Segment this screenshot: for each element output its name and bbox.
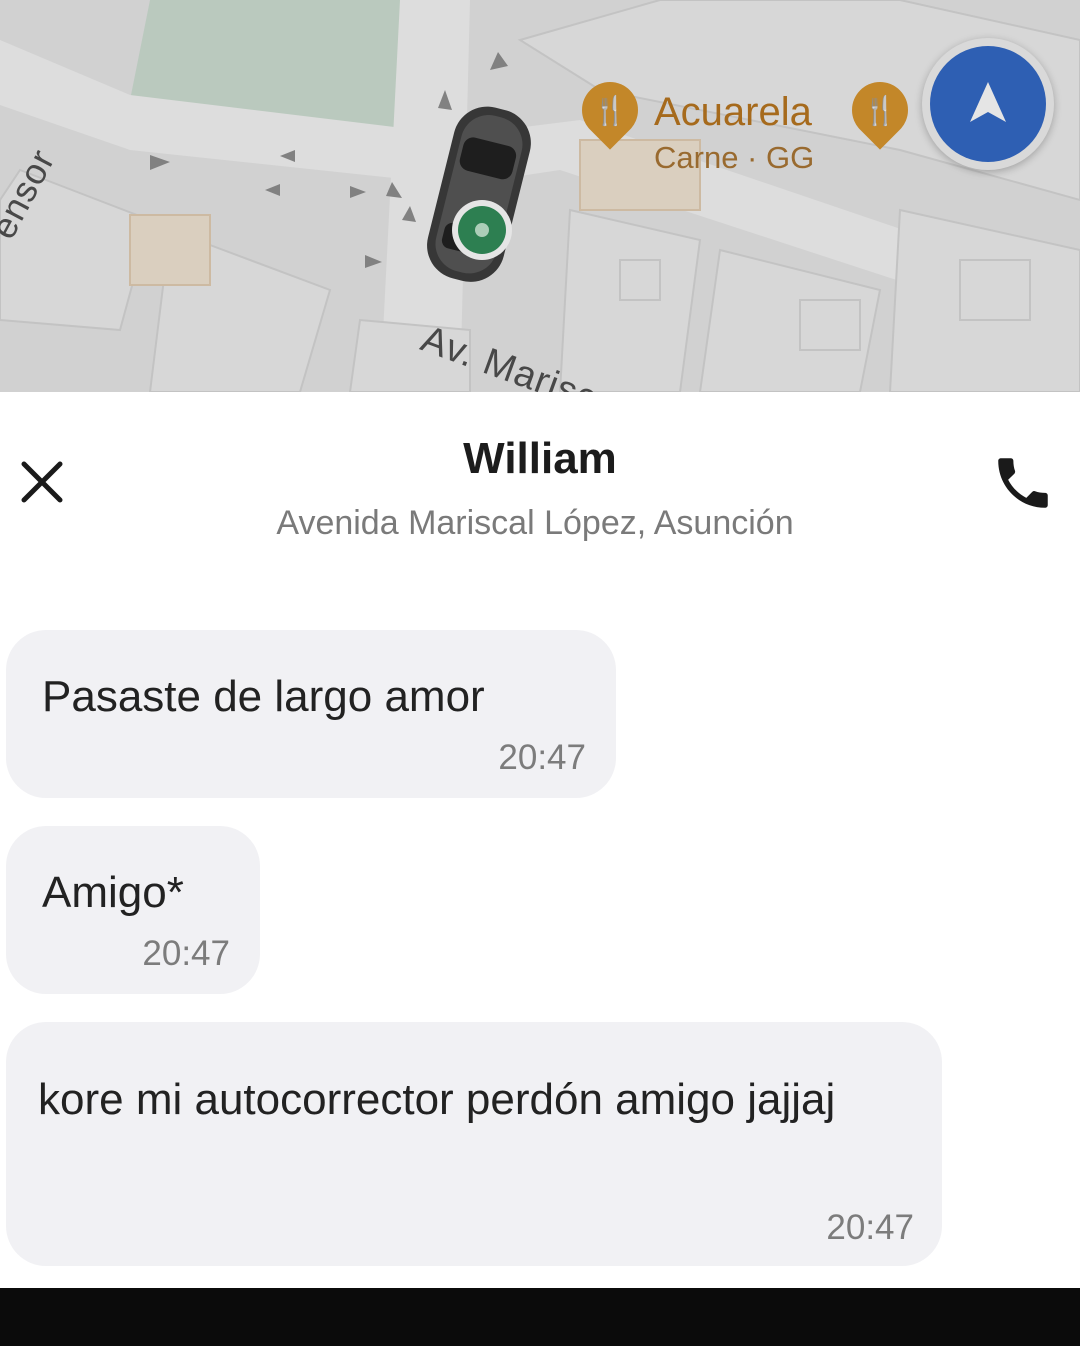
message-text: kore mi autocorrector perdón amigo jajja… <box>38 1075 836 1124</box>
message-bubble: Amigo* 20:47 <box>6 826 260 994</box>
chat-title: William <box>463 434 617 483</box>
map-view[interactable]: Av. Marisca ensor 🍴 Acuarela Carne · GG … <box>0 0 1080 392</box>
message-time: 20:47 <box>498 738 586 777</box>
navigation-arrow-icon <box>970 82 1006 122</box>
poi-category: Carne · GG <box>654 140 815 175</box>
message-time: 20:47 <box>826 1208 914 1247</box>
message-time: 20:47 <box>142 934 230 973</box>
message-bubble: Pasaste de largo amor 20:47 <box>6 630 616 798</box>
map-background <box>0 0 1080 392</box>
chat-sheet: William Avenida Mariscal López, Asunción… <box>0 392 1080 1288</box>
navigation-button[interactable] <box>922 38 1054 170</box>
message-bubble: kore mi autocorrector perdón amigo jajja… <box>6 1022 942 1266</box>
poi-name: Acuarela <box>654 90 812 134</box>
message-text: Amigo* <box>42 868 184 917</box>
call-button[interactable] <box>990 450 1056 516</box>
car-icon <box>427 106 531 282</box>
restaurant-icon: 🍴 <box>840 70 920 150</box>
message-text: Pasaste de largo amor <box>42 672 485 721</box>
chat-subtitle: Avenida Mariscal López, Asunción <box>276 504 794 542</box>
bottom-bar <box>0 1288 1080 1346</box>
phone-icon <box>998 458 1048 508</box>
restaurant-icon: 🍴 <box>570 70 650 150</box>
